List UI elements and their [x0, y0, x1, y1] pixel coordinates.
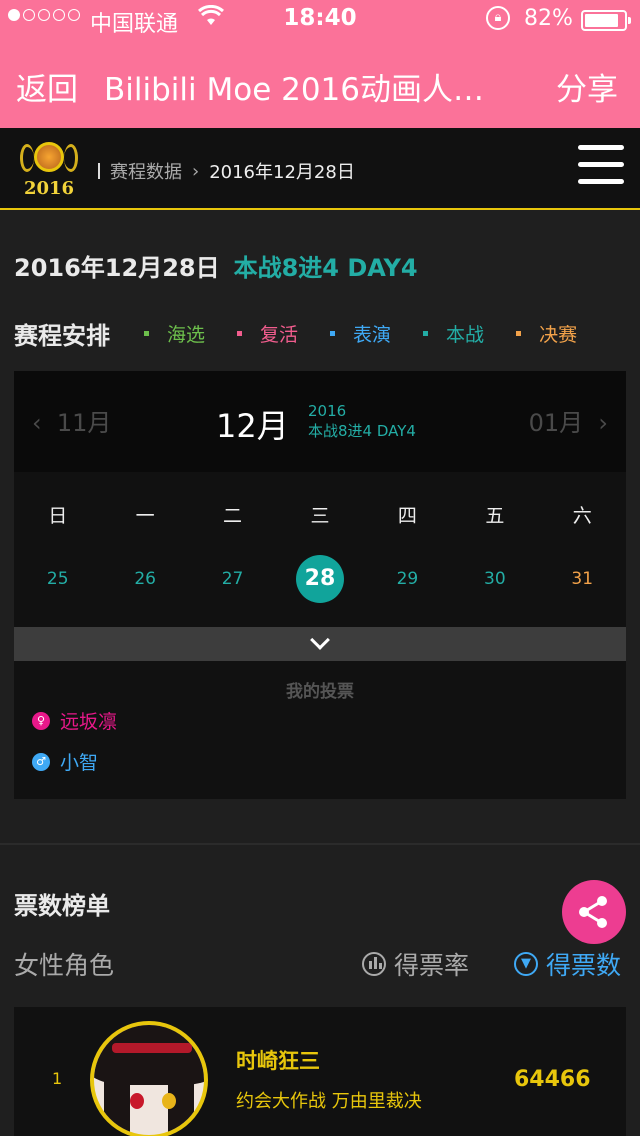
character-avatar [90, 1021, 208, 1136]
current-round: 本战8进4 DAY4 [233, 254, 418, 282]
ranking-title: 票数榜单 [14, 892, 110, 920]
character-name: 时崎狂三 [236, 1049, 320, 1073]
tab-vote-rate-label: 得票率 [394, 951, 470, 980]
ranking-row[interactable]: 1 时崎狂三 约会大作战 万由里裁决 64466 [14, 1007, 626, 1136]
prev-month-button[interactable]: ‹ 11月 [32, 403, 111, 438]
legend-item: 复活 [237, 320, 298, 347]
legend-marker [237, 331, 243, 336]
battery-icon [581, 10, 631, 31]
tab-vote-count-label: 得票数 [546, 951, 622, 980]
ranking-tabs: 女性角色 得票率 ▼ 得票数 [14, 944, 626, 980]
weekday-label: 三 [310, 505, 330, 527]
legend-label: 表演 [353, 324, 392, 346]
calendar-year: 2016 [308, 402, 347, 420]
my-vote-item[interactable]: ♂ 小智 [32, 748, 98, 775]
date-cell[interactable]: 31 [539, 555, 626, 603]
date-cell[interactable]: 26 [101, 555, 188, 603]
calendar-header: ‹ 11月 12月 2016 本战8进4 DAY4 01月 › [14, 371, 626, 472]
date-cell[interactable]: 29 [364, 555, 451, 603]
date-cell-selected[interactable]: 28 [276, 555, 363, 603]
weekday-label: 一 [135, 505, 155, 527]
chevron-right-icon: › [192, 160, 200, 182]
back-button[interactable]: 返回 [16, 64, 78, 109]
legend-item: 本战 [423, 320, 484, 347]
status-bar: 中国联通 18:40 🔒︎ 82% [0, 0, 640, 40]
legend-item: 海选 [144, 320, 205, 347]
weekday-label: 日 [48, 505, 68, 527]
breadcrumb: 赛程数据 › 2016年12月28日 [98, 158, 355, 184]
logo-year: 2016 [23, 178, 75, 199]
female-icon: ♀ [32, 711, 50, 730]
share-icon [579, 896, 607, 928]
my-vote-name: 远坂凛 [60, 711, 118, 733]
date-cell[interactable]: 30 [451, 555, 538, 603]
my-vote-item[interactable]: ♀ 远坂凛 [32, 707, 117, 734]
legend-item: 决赛 [516, 320, 577, 347]
legend-marker [423, 331, 429, 336]
next-month-button[interactable]: 01月 › [529, 403, 608, 438]
my-vote-name: 小智 [60, 752, 99, 774]
weekday-label: 四 [397, 505, 417, 527]
section-divider [0, 843, 640, 845]
rotation-lock-icon: 🔒︎ [486, 6, 510, 30]
calendar-round: 本战8进4 DAY4 [308, 422, 416, 440]
weekday-label: 六 [572, 505, 592, 527]
moe-logo[interactable]: 2016 [20, 138, 78, 202]
current-date: 2016年12月28日 [14, 254, 220, 282]
date-cell[interactable]: 25 [14, 555, 101, 603]
date-row: 25 26 27 28 29 30 31 [14, 555, 626, 603]
legend-marker [516, 331, 522, 336]
breadcrumb-divider [98, 163, 100, 179]
site-header: 2016 赛程数据 › 2016年12月28日 [0, 128, 640, 210]
battery-percent: 82% [524, 6, 573, 31]
title-bar: 返回 Bilibili Moe 2016动画人气角... 分享 [0, 40, 640, 128]
top-bar: 中国联通 18:40 🔒︎ 82% 返回 Bilibili Moe 2016动画… [0, 0, 640, 128]
schedule-label: 赛程安排 [14, 322, 110, 350]
legend-marker [144, 331, 149, 336]
expand-calendar-button[interactable] [14, 627, 626, 661]
legend-label: 决赛 [539, 324, 578, 346]
current-day-heading: 2016年12月28日 本战8进4 DAY4 [14, 248, 418, 283]
rank-number: 1 [52, 1069, 63, 1088]
male-icon: ♂ [32, 752, 50, 771]
vote-count: 64466 [514, 1067, 591, 1092]
character-works: 约会大作战 万由里裁决 [236, 1091, 422, 1112]
share-button[interactable]: 分享 [556, 64, 618, 109]
hamburger-menu-icon[interactable] [578, 145, 624, 189]
weekday-label: 二 [223, 505, 243, 527]
bar-chart-icon [362, 952, 386, 976]
my-votes-title: 我的投票 [286, 682, 354, 702]
breadcrumb-section[interactable]: 赛程数据 [110, 158, 182, 184]
legend-label: 本战 [446, 324, 485, 346]
breadcrumb-current: 2016年12月28日 [209, 162, 355, 183]
weekday-label: 五 [485, 505, 505, 527]
calendar-round-info: 2016 本战8进4 DAY4 [308, 401, 416, 441]
page-title: Bilibili Moe 2016动画人气角... [104, 72, 514, 108]
legend-label: 海选 [167, 324, 206, 346]
tab-vote-rate[interactable]: 得票率 [362, 946, 469, 982]
calendar: ‹ 11月 12月 2016 本战8进4 DAY4 01月 › 日一二三四五六 … [14, 371, 626, 799]
share-fab-button[interactable] [562, 880, 626, 944]
legend-marker [330, 331, 336, 336]
vote-shield-icon: ▼ [514, 952, 538, 976]
schedule-section: 赛程安排 海选 复活 表演 本战 决赛 [14, 316, 630, 350]
weekday-row: 日一二三四五六 [14, 501, 626, 528]
legend-label: 复活 [260, 324, 299, 346]
schedule-legend: 海选 复活 表演 本战 决赛 [144, 320, 589, 347]
date-cell[interactable]: 27 [189, 555, 276, 603]
ranking-category[interactable]: 女性角色 [14, 946, 114, 982]
legend-item: 表演 [330, 320, 391, 347]
current-month: 12月 [216, 407, 289, 445]
chevron-down-icon [310, 630, 330, 650]
tab-vote-count[interactable]: ▼ 得票数 [514, 946, 621, 982]
